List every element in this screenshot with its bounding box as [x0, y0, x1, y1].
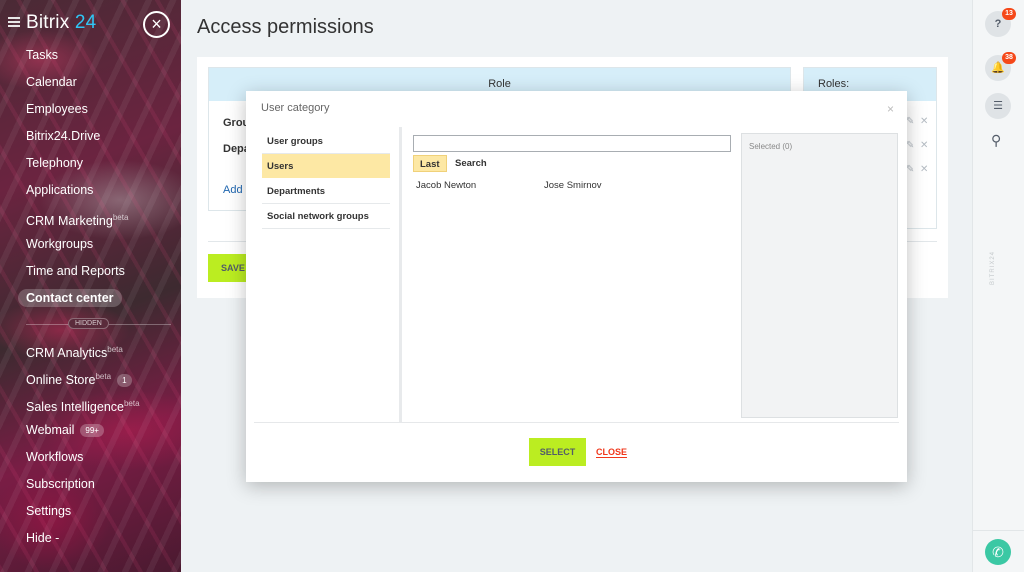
vertical-brand-text: BITRIX24 — [990, 250, 996, 285]
sidebar-item-label: Employees — [26, 102, 88, 116]
edit-icon[interactable]: ✎ — [906, 116, 914, 127]
help-badge: 13 — [1002, 8, 1016, 20]
sidebar-item-label: Settings — [26, 504, 72, 518]
sidebar-item-hide[interactable]: Hide - — [0, 525, 181, 552]
divider — [399, 127, 402, 422]
sidebar-item-label: Webmail — [26, 423, 75, 437]
sidebar-item-label: Workgroups — [26, 237, 94, 251]
category-users[interactable]: Users — [262, 154, 390, 179]
add-access-link[interactable]: Add — [223, 184, 243, 196]
sidebar-item-calendar[interactable]: Calendar — [0, 69, 181, 96]
logo[interactable]: Bitrix 24 — [26, 12, 96, 34]
tab-last[interactable]: Last — [413, 155, 447, 172]
category-list: User groups Users Departments Social net… — [262, 129, 390, 229]
delete-icon[interactable]: ✕ — [920, 116, 928, 127]
sidebar-item-applications[interactable]: Applications — [0, 177, 181, 204]
hidden-label: HIDDEN — [68, 318, 109, 329]
chat-icon[interactable]: ☰ — [985, 93, 1011, 119]
select-button[interactable]: SELECT — [529, 438, 586, 466]
beta-tag: beta — [95, 372, 112, 381]
delete-icon[interactable]: ✕ — [920, 164, 928, 175]
sidebar-item-label: Hide - — [26, 531, 60, 545]
sidebar-menu: Tasks Calendar Employees Bitrix24.Drive … — [0, 42, 181, 552]
sidebar-item-label: Calendar — [26, 75, 77, 89]
beta-tag: beta — [112, 213, 129, 222]
sidebar-item-label: Bitrix24.Drive — [26, 129, 101, 143]
dialog-title: User category — [261, 102, 330, 114]
divider — [973, 530, 1024, 531]
sidebar-item-workgroups[interactable]: Workgroups — [0, 231, 181, 258]
dialog-close-icon[interactable]: × — [887, 102, 894, 116]
notification-badge: 38 — [1002, 52, 1016, 64]
counter-badge: 1 — [117, 374, 132, 388]
edit-icon[interactable]: ✎ — [906, 140, 914, 151]
sidebar-item-employees[interactable]: Employees — [0, 96, 181, 123]
close-button[interactable]: CLOSE — [596, 447, 628, 458]
sidebar-item-subscription[interactable]: Subscription — [0, 471, 181, 498]
menu-burger-icon[interactable] — [8, 17, 20, 27]
sidebar-header: Bitrix 24 × — [0, 8, 181, 44]
divider — [254, 422, 899, 423]
sidebar-item-crm-analytics[interactable]: CRM Analyticsbeta — [0, 336, 181, 363]
user-item[interactable]: Jose Smirnov — [544, 180, 602, 191]
phone-icon[interactable]: ✆ — [985, 539, 1011, 565]
sidebar-item-label: Applications — [26, 183, 94, 197]
selected-count: Selected (0) — [749, 142, 793, 151]
sidebar-item-label: CRM Analytics — [26, 346, 108, 361]
search-icon[interactable]: ⚲ — [991, 132, 1001, 149]
right-panel: ? 13 🔔 38 ☰ ⚲ ✆ — [972, 0, 1024, 572]
sidebar-item-settings[interactable]: Settings — [0, 498, 181, 525]
bell-icon[interactable]: 🔔 38 — [985, 52, 1016, 81]
edit-icon[interactable]: ✎ — [906, 164, 914, 175]
sidebar-item-time-reports[interactable]: Time and Reports — [0, 258, 181, 285]
sidebar-item-webmail[interactable]: Webmail 99+ — [0, 417, 181, 444]
sidebar-item-label: Tasks — [26, 48, 58, 62]
selected-panel: Selected (0) — [741, 133, 898, 418]
delete-icon[interactable]: ✕ — [920, 140, 928, 151]
help-icon[interactable]: ? 13 — [985, 8, 1016, 37]
sidebar-item-crm-marketing[interactable]: CRM Marketingbeta — [0, 204, 181, 231]
sidebar-item-label: Sales Intelligence — [26, 400, 124, 415]
sidebar-item-label: Workflows — [26, 450, 84, 464]
sidebar-item-drive[interactable]: Bitrix24.Drive — [0, 123, 181, 150]
sidebar-item-contact-center[interactable]: Contact center — [0, 285, 181, 312]
sidebar-item-label: Telephony — [26, 156, 83, 170]
sidebar-item-tasks[interactable]: Tasks — [0, 42, 181, 69]
sidebar-item-sales-intelligence[interactable]: Sales Intelligencebeta — [0, 390, 181, 417]
user-category-dialog: User category × User groups Users Depart… — [246, 91, 907, 482]
sidebar-item-label: Time and Reports — [26, 264, 125, 278]
sidebar-item-telephony[interactable]: Telephony — [0, 150, 181, 177]
hidden-separator: HIDDEN — [0, 312, 181, 336]
close-icon[interactable]: × — [143, 11, 170, 38]
category-departments[interactable]: Departments — [262, 179, 390, 204]
beta-tag: beta — [107, 345, 123, 354]
search-input[interactable] — [413, 135, 731, 152]
page-title: Access permissions — [197, 16, 374, 38]
sidebar-item-workflows[interactable]: Workflows — [0, 444, 181, 471]
counter-badge: 99+ — [80, 424, 104, 438]
category-social-network-groups[interactable]: Social network groups — [262, 204, 390, 229]
beta-tag: beta — [123, 399, 140, 408]
left-sidebar: Bitrix 24 × Tasks Calendar Employees Bit… — [0, 0, 181, 572]
tab-search[interactable]: Search — [449, 155, 493, 172]
sidebar-item-label: Online Store — [26, 373, 96, 388]
sidebar-item-online-store[interactable]: Online Storebeta 1 — [0, 363, 181, 390]
user-item[interactable]: Jacob Newton — [416, 180, 476, 191]
logo-number: 24 — [74, 12, 97, 33]
sidebar-item-label: CRM Marketing — [26, 214, 113, 229]
logo-main: Bitrix — [26, 12, 70, 33]
category-user-groups[interactable]: User groups — [262, 129, 390, 154]
sidebar-item-label: Subscription — [26, 477, 95, 491]
sidebar-item-label: Contact center — [18, 289, 122, 307]
